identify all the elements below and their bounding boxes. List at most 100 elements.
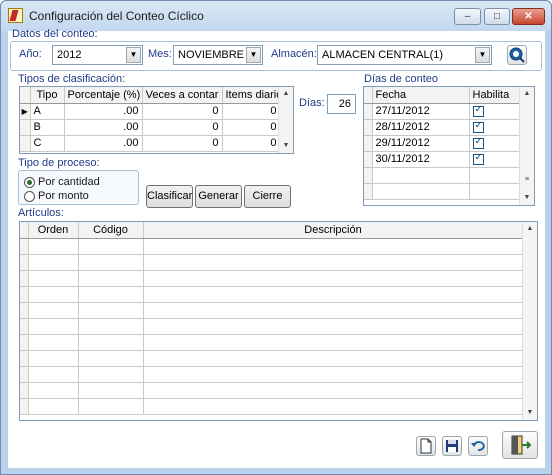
empty-cell[interactable] bbox=[28, 238, 79, 255]
row-selector[interactable] bbox=[20, 366, 29, 383]
generar-button[interactable]: Generar bbox=[195, 185, 242, 208]
checkbox-checked-icon[interactable] bbox=[472, 152, 484, 165]
table-row[interactable] bbox=[20, 366, 524, 383]
empty-cell[interactable] bbox=[28, 398, 79, 415]
tipos-grid[interactable]: Tipo Porcentaje (%) Veces a contar Items… bbox=[19, 86, 294, 154]
row-selector[interactable] bbox=[20, 318, 29, 335]
items-cell[interactable]: 0 bbox=[222, 103, 281, 120]
table-row[interactable] bbox=[20, 318, 524, 335]
scroll-down-icon[interactable]: ▼ bbox=[523, 406, 537, 420]
undo-button[interactable] bbox=[468, 436, 488, 456]
veces-cell[interactable]: 0 bbox=[142, 135, 223, 152]
empty-cell[interactable] bbox=[143, 318, 524, 335]
row-selector[interactable] bbox=[20, 350, 29, 367]
empty-cell[interactable] bbox=[143, 382, 524, 399]
empty-cell[interactable] bbox=[28, 270, 79, 287]
table-row[interactable] bbox=[20, 398, 524, 415]
empty-cell[interactable] bbox=[78, 302, 144, 319]
scroll-down-icon[interactable]: ▼ bbox=[520, 191, 534, 205]
articulos-grid[interactable]: Orden Código Descripción ▲ ▼ bbox=[19, 221, 538, 421]
empty-cell[interactable] bbox=[143, 238, 524, 255]
empty-cell[interactable] bbox=[28, 286, 79, 303]
empty-cell[interactable] bbox=[28, 366, 79, 383]
empty-cell[interactable] bbox=[28, 318, 79, 335]
scroll-up-icon[interactable]: ▲ bbox=[520, 87, 534, 101]
almacen-select[interactable]: ALMACEN CENTRAL(1) ▼ bbox=[317, 45, 492, 65]
habilita-cell[interactable] bbox=[469, 103, 522, 120]
table-row[interactable] bbox=[20, 350, 524, 367]
table-row[interactable] bbox=[20, 334, 524, 351]
habilita-cell[interactable] bbox=[469, 119, 522, 136]
clasificar-button[interactable]: Clasificar bbox=[146, 185, 193, 208]
row-selector[interactable] bbox=[20, 238, 29, 255]
col-veces[interactable]: Veces a contar bbox=[142, 87, 223, 104]
empty-cell[interactable] bbox=[143, 270, 524, 287]
empty-cell[interactable] bbox=[78, 286, 144, 303]
empty-cell[interactable] bbox=[143, 254, 524, 271]
scroll-up-icon[interactable]: ▲ bbox=[279, 87, 293, 101]
por-monto-label[interactable]: Por monto bbox=[38, 190, 89, 202]
porcentaje-cell[interactable]: .00 bbox=[64, 103, 143, 120]
col-porcentaje[interactable]: Porcentaje (%) bbox=[64, 87, 143, 104]
radio-por-cantidad[interactable] bbox=[24, 177, 35, 188]
chevron-down-icon[interactable]: ▼ bbox=[246, 47, 261, 63]
col-tipo[interactable]: Tipo bbox=[30, 87, 65, 104]
table-row[interactable]: 27/11/2012 bbox=[364, 103, 522, 120]
table-row[interactable]: B .00 0 0 bbox=[20, 119, 281, 136]
veces-cell[interactable]: 0 bbox=[142, 119, 223, 136]
col-habilita[interactable]: Habilita bbox=[469, 87, 522, 104]
articulos-scrollbar[interactable]: ▲ ▼ bbox=[522, 222, 537, 420]
empty-cell[interactable] bbox=[143, 366, 524, 383]
mes-select[interactable]: NOVIEMBRE ▼ bbox=[173, 45, 263, 65]
tipo-cell[interactable]: A bbox=[30, 103, 65, 120]
anio-select[interactable]: 2012 ▼ bbox=[52, 45, 143, 65]
empty-cell[interactable] bbox=[78, 382, 144, 399]
empty-cell[interactable] bbox=[78, 350, 144, 367]
table-row[interactable]: 28/11/2012 bbox=[364, 119, 522, 136]
table-row[interactable]: 29/11/2012 bbox=[364, 135, 522, 152]
cierre-button[interactable]: Cierre bbox=[244, 185, 291, 208]
empty-cell[interactable] bbox=[143, 334, 524, 351]
empty-cell[interactable] bbox=[143, 350, 524, 367]
dias-conteo-grid[interactable]: Fecha Habilita 27/11/2012 28/11/2012 29/… bbox=[363, 86, 535, 206]
save-button[interactable] bbox=[442, 436, 462, 456]
empty-cell[interactable] bbox=[28, 334, 79, 351]
empty-cell[interactable] bbox=[143, 286, 524, 303]
row-selector[interactable] bbox=[20, 334, 29, 351]
table-row[interactable] bbox=[20, 302, 524, 319]
maximize-button[interactable]: □ bbox=[484, 8, 510, 25]
row-selector[interactable] bbox=[364, 151, 373, 168]
tipos-scrollbar[interactable]: ▲ ▼ bbox=[278, 87, 293, 153]
close-button[interactable]: ✕ bbox=[512, 8, 545, 25]
empty-cell[interactable] bbox=[28, 350, 79, 367]
fecha-cell[interactable]: 27/11/2012 bbox=[372, 103, 470, 120]
empty-cell[interactable] bbox=[143, 398, 524, 415]
col-orden[interactable]: Orden bbox=[28, 222, 79, 239]
fecha-cell[interactable]: 29/11/2012 bbox=[372, 135, 470, 152]
scroll-down-icon[interactable]: ▼ bbox=[279, 139, 293, 153]
table-row[interactable] bbox=[20, 270, 524, 287]
radio-por-monto[interactable] bbox=[24, 191, 35, 202]
row-selector[interactable] bbox=[364, 119, 373, 136]
col-codigo[interactable]: Código bbox=[78, 222, 144, 239]
row-selector[interactable] bbox=[20, 119, 31, 136]
scroll-thumb-icon[interactable]: ≡ bbox=[520, 173, 534, 187]
empty-cell[interactable] bbox=[78, 398, 144, 415]
veces-cell[interactable]: 0 bbox=[142, 103, 223, 120]
tipo-cell[interactable]: C bbox=[30, 135, 65, 152]
col-descripcion[interactable]: Descripción bbox=[143, 222, 524, 239]
chevron-down-icon[interactable]: ▼ bbox=[126, 47, 141, 63]
checkbox-checked-icon[interactable] bbox=[472, 120, 484, 133]
fecha-cell[interactable]: 30/11/2012 bbox=[372, 151, 470, 168]
row-selector[interactable] bbox=[20, 135, 31, 152]
table-row[interactable]: ▶ A .00 0 0 bbox=[20, 103, 281, 120]
dias-field[interactable]: 26 bbox=[327, 94, 356, 114]
table-row[interactable] bbox=[20, 238, 524, 255]
row-selector[interactable] bbox=[20, 254, 29, 271]
empty-cell[interactable] bbox=[469, 167, 522, 184]
empty-cell[interactable] bbox=[28, 382, 79, 399]
fecha-cell[interactable]: 28/11/2012 bbox=[372, 119, 470, 136]
table-row[interactable] bbox=[20, 382, 524, 399]
col-items[interactable]: Items diarios bbox=[222, 87, 281, 104]
empty-cell[interactable] bbox=[78, 334, 144, 351]
